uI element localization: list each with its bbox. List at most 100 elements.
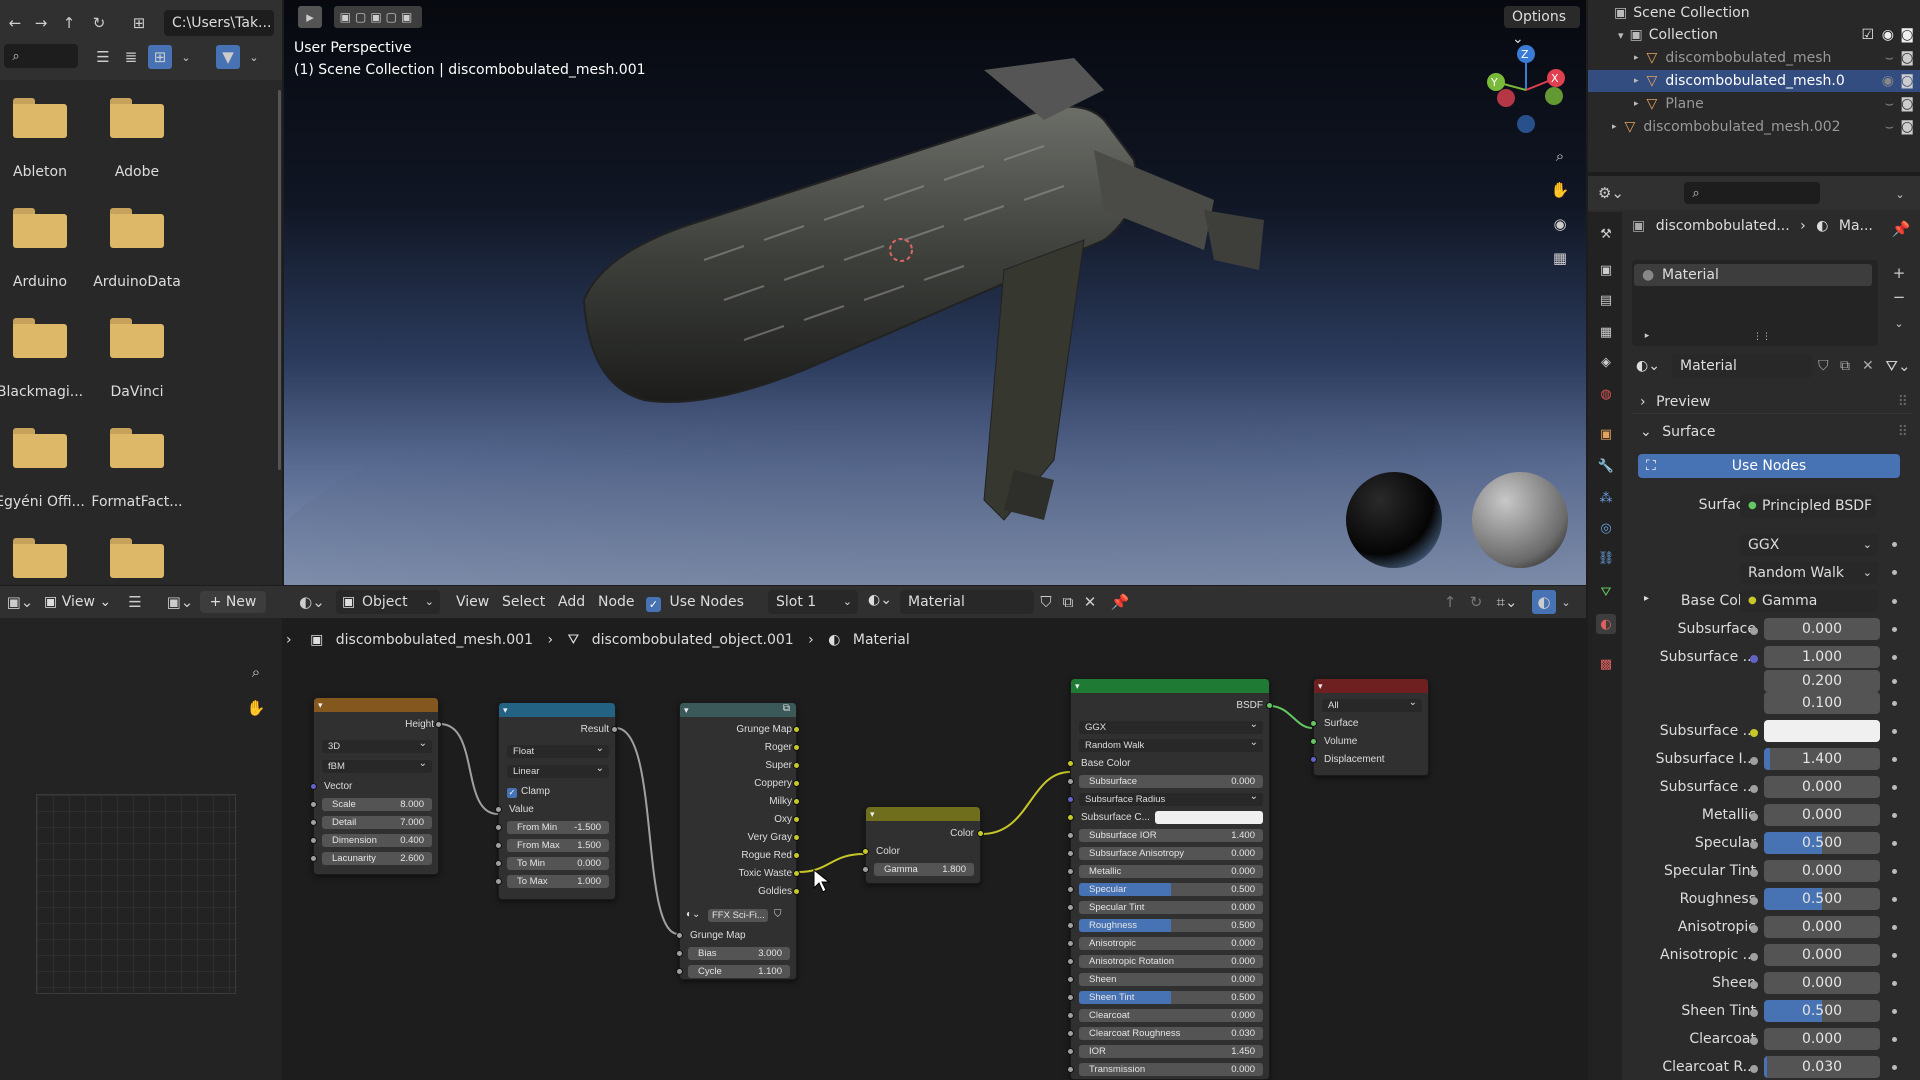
output-socket[interactable] — [793, 834, 800, 841]
node-value-field[interactable]: Clearcoat Roughness 0.030 — [1079, 1027, 1263, 1040]
input-socket[interactable] — [1310, 720, 1317, 727]
particles-icon[interactable]: ⁂ — [1596, 488, 1616, 508]
property-value-field[interactable]: 0.000 — [1764, 618, 1880, 640]
eye-icon[interactable]: ⌣ — [1885, 119, 1894, 135]
node-dropdown[interactable]: GGX — [1079, 718, 1263, 734]
refresh-icon[interactable]: ↻ — [88, 12, 110, 34]
pin-icon[interactable]: 📌 — [1110, 592, 1130, 612]
zoom-icon[interactable]: ⌕ — [244, 660, 268, 684]
chevron-down-icon[interactable]: ⌄ — [178, 46, 194, 68]
snap-target-icon[interactable]: ⌗⌄ — [1492, 592, 1522, 612]
material-name-field[interactable]: Material — [1672, 354, 1812, 378]
hand-pan-icon[interactable]: ✋ — [244, 696, 268, 720]
keyframe-dot[interactable] — [1892, 542, 1897, 547]
duplicate-icon[interactable]: ⧉ — [1840, 354, 1850, 378]
output-socket[interactable] — [611, 726, 618, 733]
scrollbar[interactable] — [278, 90, 281, 470]
node-header[interactable] — [1071, 679, 1269, 693]
navigation-gizmo[interactable]: Z Y X — [1487, 45, 1565, 133]
node-value-field[interactable]: To Min 0.000 — [507, 857, 609, 870]
forward-arrow-icon[interactable]: → — [30, 12, 52, 34]
input-socket[interactable] — [1067, 976, 1074, 983]
distribution-dropdown[interactable]: GGX ⌄ — [1740, 534, 1878, 556]
link-icon[interactable]: ⛛⌄ — [1884, 354, 1912, 378]
node-value-field[interactable]: Specular Tint 0.000 — [1079, 901, 1263, 914]
ffx-sci-fi-tints-node[interactable]: ⧉ Grunge Map Roger Super Coppery Milky Oxy Very… — [676, 702, 800, 980]
duplicate-icon[interactable]: ⧉ — [1058, 592, 1078, 612]
input-socket[interactable] — [676, 932, 683, 939]
input-socket[interactable] — [495, 842, 502, 849]
viewport-options-button[interactable]: Options ⌄ — [1504, 6, 1580, 47]
input-socket[interactable] — [310, 837, 317, 844]
input-socket[interactable] — [310, 855, 317, 862]
fake-user-icon[interactable]: ⛉ — [774, 909, 782, 920]
input-socket[interactable] — [1067, 850, 1074, 857]
output-socket[interactable] — [793, 852, 800, 859]
parent-node-icon[interactable]: ↑ — [1440, 592, 1460, 612]
property-value-field[interactable]: 0.200 — [1764, 670, 1880, 692]
grid-icon[interactable]: ▦ — [1546, 244, 1574, 272]
property-value-field[interactable]: 0.030 — [1764, 1056, 1880, 1078]
object-icon[interactable]: ▣ — [1596, 424, 1616, 444]
output-socket[interactable] — [793, 888, 800, 895]
folder-item[interactable]: FormatFact... — [89, 428, 185, 528]
keyframe-dot[interactable] — [1892, 841, 1897, 846]
outliner-item[interactable]: ▸ ▽ Plane ⌣ ◙ — [1588, 93, 1920, 115]
outliner-item[interactable]: ▸ ▽ discombobulated_mesh.002 ⌣ ◙ — [1588, 116, 1920, 138]
camera-icon[interactable]: ◙ — [1900, 73, 1914, 89]
snap-icon[interactable]: ↻ — [1466, 592, 1486, 612]
input-socket[interactable] — [495, 824, 502, 831]
node-dropdown[interactable]: Linear — [507, 762, 609, 778]
folder-item[interactable] — [89, 538, 185, 585]
new-image-button[interactable]: + New — [200, 591, 266, 613]
gamma-node[interactable]: Color Color Gamma 1.800 — [862, 806, 984, 884]
material-selector[interactable]: ◐⌄ Material ⛉ ⧉ ✕ — [1632, 354, 1880, 378]
output-socket[interactable] — [977, 830, 984, 837]
outliner-scene-collection[interactable]: ▣ Scene Collection — [1588, 2, 1920, 24]
node-value-field[interactable]: Detail 7.000 — [322, 816, 432, 829]
node-value-field[interactable]: Gamma 1.800 — [874, 863, 974, 876]
view-menu[interactable]: ▣ View ⌄ — [44, 594, 111, 610]
node-value-field[interactable]: Cycle 1.100 — [688, 965, 790, 978]
pin-icon[interactable]: 📌 — [1890, 218, 1912, 240]
zoom-icon[interactable]: ⌕ — [1546, 142, 1574, 170]
input-socket[interactable] — [1067, 814, 1074, 821]
node-value-field[interactable]: To Max 1.000 — [507, 875, 609, 888]
principled-bsdf-node[interactable]: BSDF GGX Random Walk Base Color Subsurface 0.… — [1067, 678, 1273, 1080]
keyframe-dot[interactable] — [1892, 701, 1897, 706]
menu-add[interactable]: Add — [558, 594, 585, 610]
use-nodes-checkbox[interactable]: ✓ Use Nodes — [646, 594, 744, 612]
modifier-icon[interactable]: 🔧 — [1596, 456, 1616, 476]
path-field[interactable]: C:\Users\Tak... — [164, 10, 274, 36]
node-value-field[interactable]: From Max 1.500 — [507, 839, 609, 852]
output-socket[interactable] — [793, 798, 800, 805]
group-selector[interactable]: ◐⌄ FFX Sci-Fi... ⛉ — [686, 909, 790, 923]
output-socket[interactable] — [793, 870, 800, 877]
material-browse[interactable]: ◐⌄ — [868, 592, 892, 608]
musgrave-texture-node[interactable]: Height 3D fBM Vector Scale 8.000 Detail 7.000 Di… — [310, 697, 442, 875]
input-socket[interactable] — [1067, 1030, 1074, 1037]
texture-icon[interactable]: ▩ — [1596, 654, 1616, 674]
property-value-field[interactable]: 0.100 — [1764, 692, 1880, 714]
overlay-icon[interactable]: ◐ — [1532, 590, 1556, 614]
slot-dropdown[interactable]: Slot 1 ⌄ — [768, 590, 858, 614]
3d-viewport[interactable]: Z Y X ▸ ▣▢▣▢▣ Options ⌄ User Perspective… — [284, 0, 1586, 585]
world-icon[interactable]: ◍ — [1596, 384, 1616, 404]
node-value-field[interactable]: Sheen 0.000 — [1079, 973, 1263, 986]
keyframe-dot[interactable] — [1892, 1009, 1897, 1014]
input-socket[interactable] — [1067, 958, 1074, 965]
node-value-field[interactable]: Subsurface Anisotropy 0.000 — [1079, 847, 1263, 860]
use-nodes-button[interactable]: ⛶ Use Nodes — [1638, 454, 1900, 478]
checkbox-icon[interactable]: ☑ — [1861, 27, 1874, 43]
input-socket[interactable] — [1310, 756, 1317, 763]
tool-icon[interactable]: ⚒ — [1596, 224, 1616, 244]
node-value-field[interactable]: Subsurface IOR 1.400 — [1079, 829, 1263, 842]
node-dropdown[interactable]: fBM — [322, 757, 432, 773]
expand-arrow-icon[interactable]: ▸ — [1634, 99, 1639, 109]
folder-item[interactable]: Blackmagi... — [0, 318, 88, 418]
keyframe-dot[interactable] — [1892, 1065, 1897, 1070]
output-socket[interactable] — [793, 726, 800, 733]
input-socket[interactable] — [1067, 796, 1074, 803]
input-socket[interactable] — [1067, 940, 1074, 947]
data-icon[interactable]: ⛛ — [1596, 582, 1616, 602]
